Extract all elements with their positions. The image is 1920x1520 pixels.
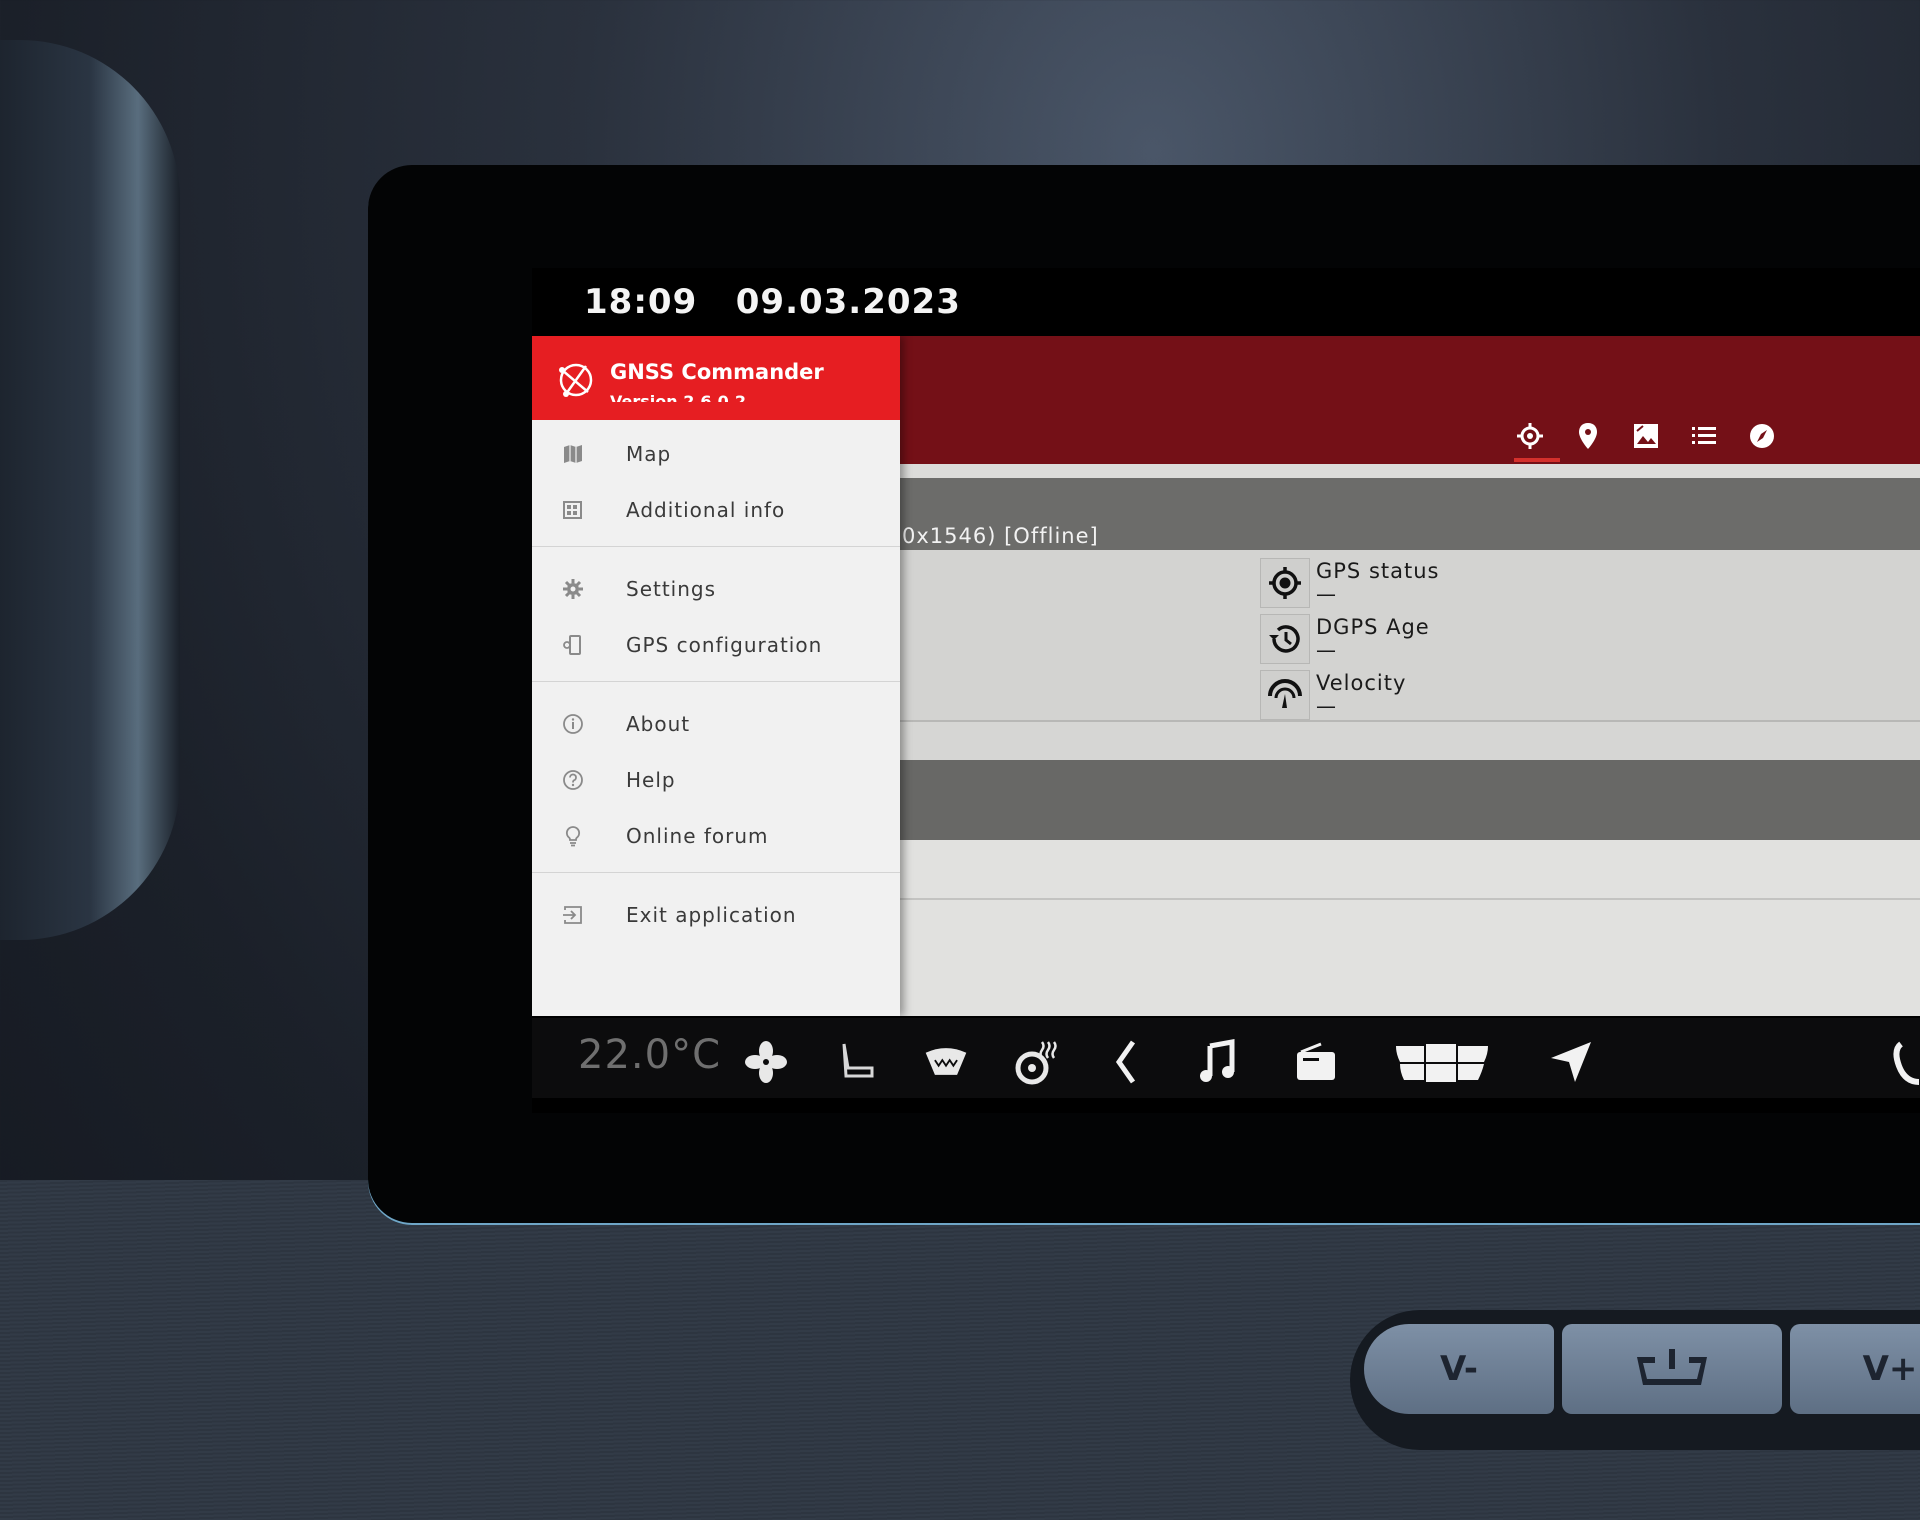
menu-group-main: Map Additional info [532,420,900,538]
volume-up-label: V+ [1862,1349,1918,1389]
menu-item-about[interactable]: About [532,696,900,752]
defrost-icon[interactable] [922,1038,970,1086]
active-tab-indicator [1514,458,1560,462]
speedometer-icon [1260,670,1310,720]
power-button[interactable] [1562,1324,1782,1414]
status-clock: 18:09 09.03.2023 [584,282,961,322]
menu-item-additional-info[interactable]: Additional info [532,482,900,538]
menu-item-label: GPS configuration [626,633,823,657]
volume-down-button[interactable]: V- [1364,1324,1554,1414]
menu-divider [532,546,900,547]
device-settings-icon [558,630,588,660]
compass-icon[interactable] [1744,418,1780,454]
menu-item-label: Online forum [626,824,769,848]
fan-icon[interactable] [742,1038,790,1086]
info-value: — [1316,582,1336,606]
menu-group-info: About Help Online forum [532,690,900,864]
menu-item-label: Help [626,768,676,792]
menu-item-label: Additional info [626,498,786,522]
info-row-velocity: Velocity — [1260,670,1406,720]
menu-item-settings[interactable]: Settings [532,561,900,617]
volume-down-label: V- [1440,1349,1478,1389]
menu-item-online-forum[interactable]: Online forum [532,808,900,864]
info-label: DGPS Age [1316,615,1430,639]
volume-up-button[interactable]: V+ [1790,1324,1920,1414]
temperature-readout[interactable]: 22.0°C [578,1032,721,1078]
menu-divider [532,872,900,873]
gnss-logo-icon [559,363,593,397]
power-icon [1637,1349,1707,1385]
list-icon[interactable] [1686,418,1722,454]
toolbar-actions [1512,418,1780,454]
info-value: — [1316,638,1336,662]
menu-item-exit-application[interactable]: Exit application [532,887,900,943]
exit-icon [558,900,588,930]
menu-divider [532,681,900,682]
menu-item-label: About [626,712,691,736]
menu-item-help[interactable]: Help [532,752,900,808]
status-date: 09.03.2023 [735,282,961,322]
radio-icon[interactable] [1292,1038,1340,1086]
gps-fix-icon[interactable] [1512,418,1548,454]
info-icon [558,709,588,739]
navigation-icon[interactable] [1547,1038,1595,1086]
info-row-gps-status: GPS status — [1260,558,1439,608]
drawer-header: GNSS Commander Version 2.6.0.2 [532,336,900,420]
seat-icon[interactable] [832,1038,880,1086]
menu-item-label: Exit application [626,903,797,927]
dashboard-icon [558,495,588,525]
image-icon[interactable] [1628,418,1664,454]
menu-group-exit: Exit application [532,881,900,943]
infotainment-screen: 18:09 09.03.2023 0x1546) [Offline] GPS s… [532,268,1920,1113]
menu-item-map[interactable]: Map [532,426,900,482]
map-icon [558,439,588,469]
heated-steering-icon[interactable] [1012,1038,1060,1086]
lightbulb-icon [558,821,588,851]
gps-status-icon [1260,558,1310,608]
info-label: Velocity [1316,671,1407,695]
app-version: Version 2.6.0.2 [610,392,746,402]
back-icon[interactable] [1102,1038,1150,1086]
phone-icon[interactable] [1887,1038,1920,1086]
info-label: GPS status [1316,559,1440,583]
menu-item-label: Settings [626,577,717,601]
menu-group-settings: Settings GPS configuration [532,555,900,673]
car-pillar [0,40,180,940]
navigation-drawer: GNSS Commander Version 2.6.0.2 Map Addit… [532,336,900,1016]
info-row-dgps-age: DGPS Age — [1260,614,1430,664]
location-pin-icon[interactable] [1570,418,1606,454]
help-icon [558,765,588,795]
hardware-button-cluster: V- V+ [1350,1310,1920,1450]
info-value: — [1316,694,1336,718]
menu-item-label: Map [626,442,672,466]
music-icon[interactable] [1194,1038,1242,1086]
apps-grid-icon[interactable] [1392,1038,1492,1086]
climate-dock: 22.0°C [532,1018,1920,1098]
device-status-text: 0x1546) [Offline] [902,524,1099,548]
status-time: 18:09 [584,282,698,322]
history-icon [1260,614,1310,664]
menu-item-gps-configuration[interactable]: GPS configuration [532,617,900,673]
app-name: GNSS Commander [610,360,824,384]
gear-icon [558,574,588,604]
